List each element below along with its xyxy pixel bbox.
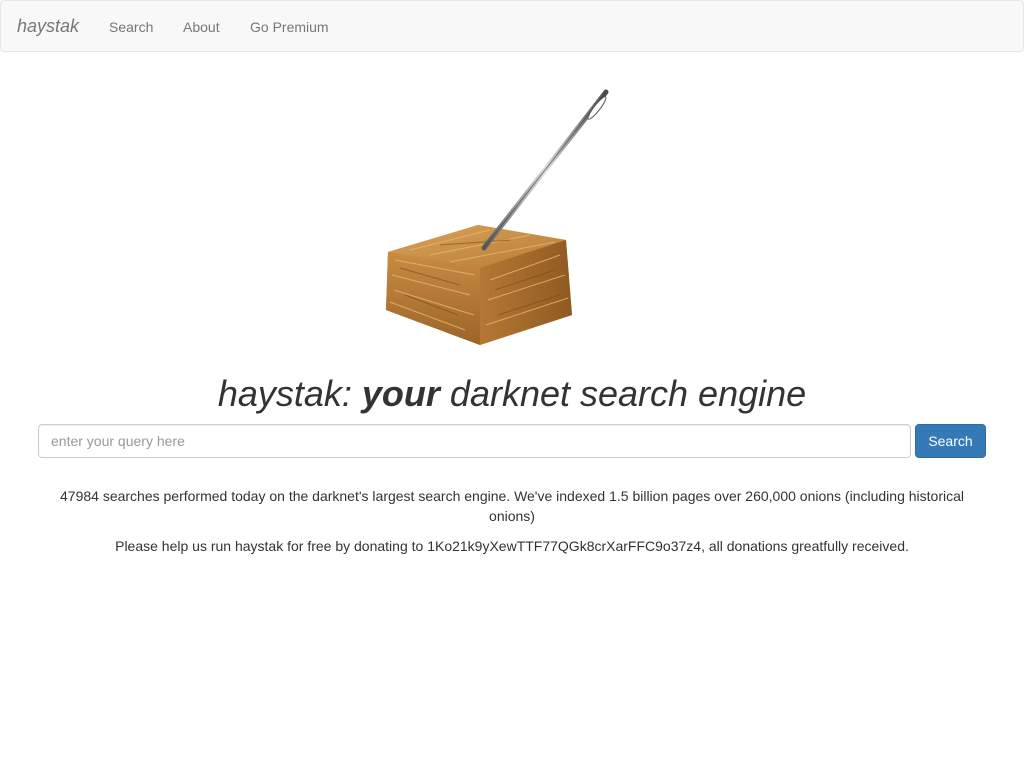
search-input[interactable] xyxy=(38,424,911,458)
headline-prefix: haystak: xyxy=(217,373,362,414)
hero-illustration xyxy=(386,89,609,345)
donation-text: Please help us run haystak for free by d… xyxy=(115,538,909,554)
nav-link-about[interactable]: About xyxy=(183,17,220,37)
headline-emphasis: your xyxy=(361,373,440,414)
search-stats-text: 47984 searches performed today on the da… xyxy=(60,488,964,524)
top-navbar: haystak Search About Go Premium xyxy=(0,0,1024,52)
headline-suffix: darknet search engine xyxy=(439,373,807,414)
hay-bale xyxy=(386,225,572,345)
needle xyxy=(481,89,609,251)
page-headline: haystak: your darknet search engine xyxy=(0,372,1024,416)
nav-link-search[interactable]: Search xyxy=(109,17,153,37)
nav-link-go-premium[interactable]: Go Premium xyxy=(250,17,329,37)
brand-link[interactable]: haystak xyxy=(17,15,79,37)
search-button[interactable]: Search xyxy=(915,424,986,458)
needle-in-haystack-icon xyxy=(370,80,630,355)
